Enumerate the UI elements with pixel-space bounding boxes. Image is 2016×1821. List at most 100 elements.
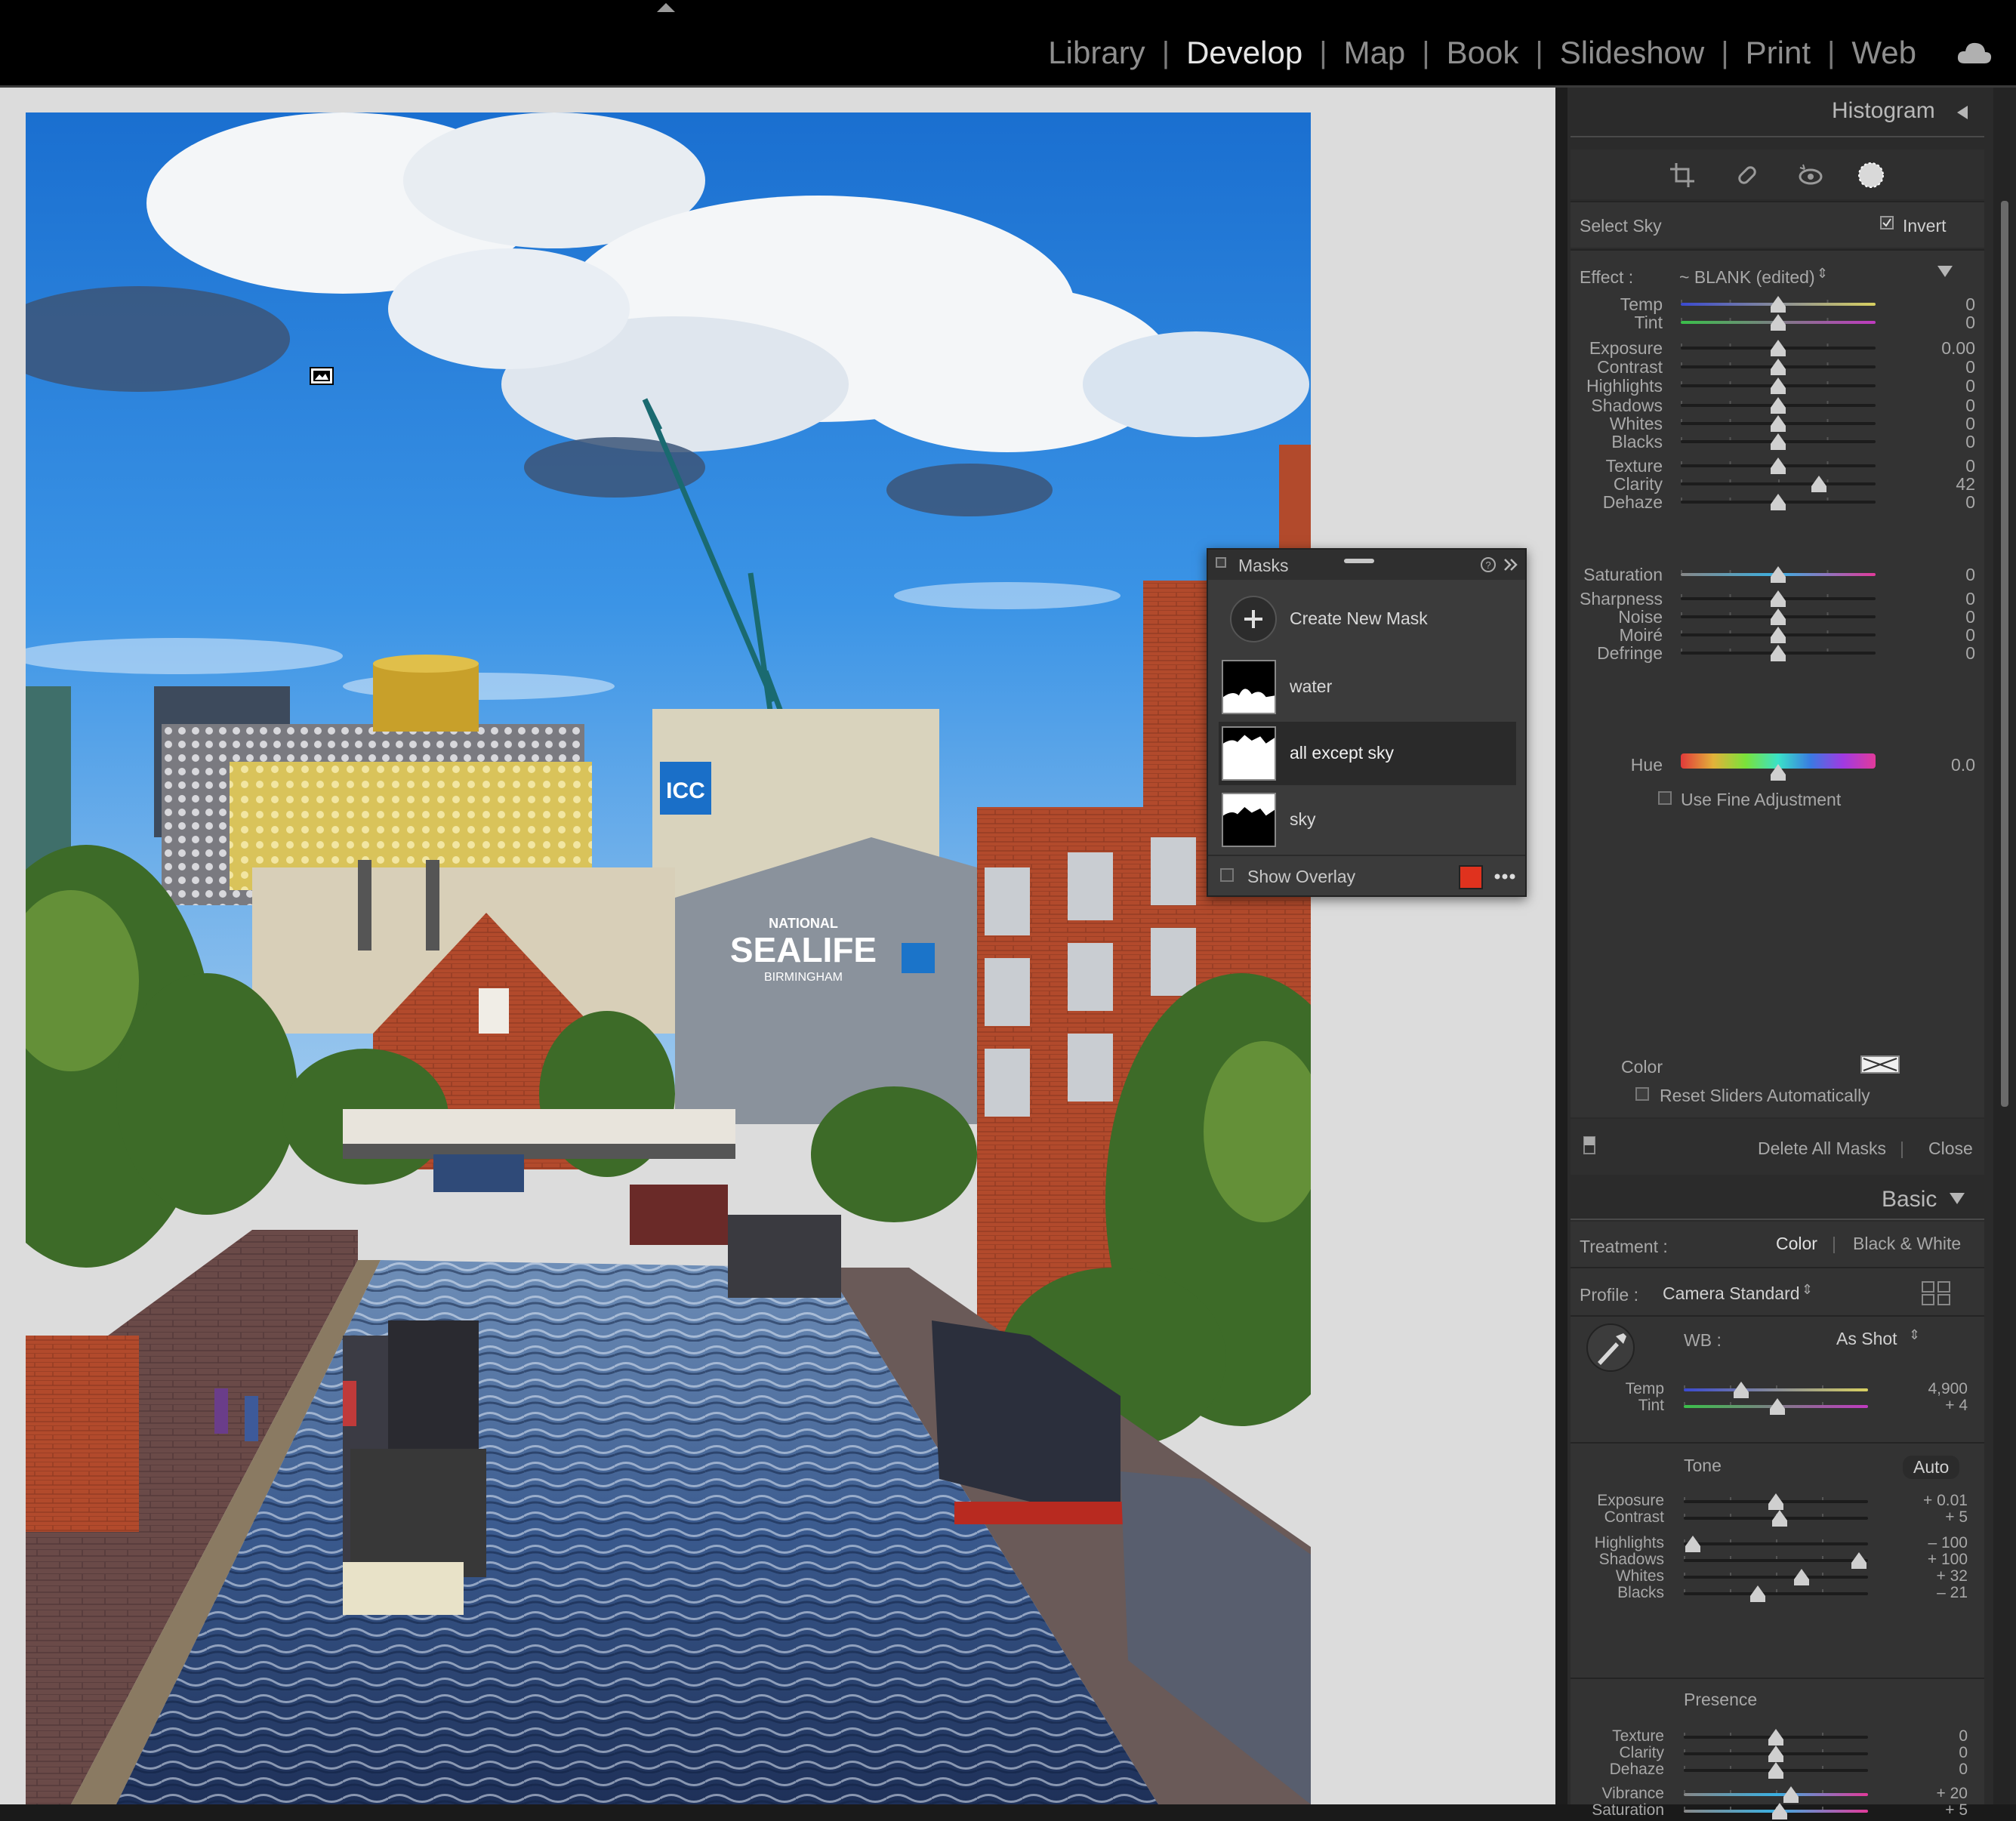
module-library[interactable]: Library (1031, 35, 1161, 71)
create-new-mask-button[interactable]: Create New Mask (1219, 587, 1516, 651)
mask-dehaze-thumb[interactable] (1771, 494, 1786, 510)
module-develop[interactable]: Develop (1170, 35, 1319, 71)
basic-shadows-slider[interactable] (1684, 1552, 1868, 1570)
mask-temp-value[interactable]: 0 (1903, 294, 1975, 315)
mask-sharpness-value[interactable]: 0 (1903, 589, 1975, 609)
auto-tone-button[interactable]: Auto (1903, 1456, 1960, 1479)
module-map[interactable]: Map (1327, 35, 1423, 71)
basic-clarity-value[interactable]: 0 (1880, 1744, 1968, 1762)
basic-exposure-value[interactable]: + 0.01 (1880, 1492, 1968, 1510)
mask-noise-slider[interactable] (1681, 609, 1876, 627)
panel-scrollbar-thumb[interactable] (2001, 201, 2008, 1107)
masks-panel[interactable]: Masks ? Create New Mask water all except… (1207, 548, 1527, 897)
reset-sliders-checkbox[interactable] (1635, 1087, 1649, 1101)
cloud-icon[interactable] (1956, 38, 1993, 68)
mask-exposure-thumb[interactable] (1771, 340, 1786, 356)
mask-clarity-thumb[interactable] (1811, 476, 1827, 492)
basic-whites-thumb[interactable] (1794, 1569, 1810, 1585)
mask-item-all-except-sky[interactable]: all except sky (1219, 722, 1516, 785)
mask-whites-thumb[interactable] (1771, 415, 1786, 432)
basic-dehaze-value[interactable]: 0 (1880, 1761, 1968, 1779)
mask-blacks-thumb[interactable] (1771, 433, 1786, 450)
mask-item-sky[interactable]: sky (1219, 788, 1516, 852)
basic-clarity-thumb[interactable] (1768, 1746, 1783, 1762)
basic-blacks-thumb[interactable] (1749, 1585, 1765, 1602)
profile-browser-icon[interactable] (1921, 1280, 1951, 1306)
mask-tint-slider[interactable] (1681, 314, 1876, 332)
mask-whites-slider[interactable] (1681, 415, 1876, 433)
mask-moire-slider[interactable] (1681, 627, 1876, 645)
mask-moire-value[interactable]: 0 (1903, 625, 1975, 646)
masking-icon[interactable] (1856, 160, 1886, 190)
mask-texture-slider[interactable] (1681, 458, 1876, 476)
basic-highlights-thumb[interactable] (1685, 1536, 1701, 1552)
mask-dehaze-slider[interactable] (1681, 494, 1876, 512)
heal-icon[interactable] (1734, 162, 1761, 189)
mask-texture-value[interactable]: 0 (1903, 456, 1975, 476)
basic-blacks-slider[interactable] (1684, 1585, 1868, 1604)
wb-dropdown[interactable]: As Shot (1836, 1329, 1897, 1349)
mask-whites-value[interactable]: 0 (1903, 414, 1975, 434)
basic-contrast-slider[interactable] (1684, 1510, 1868, 1528)
mask-tint-thumb[interactable] (1771, 314, 1786, 331)
mask-defringe-slider[interactable] (1681, 645, 1876, 663)
more-options-icon[interactable] (1494, 873, 1516, 880)
basic-saturation-thumb[interactable] (1771, 1803, 1787, 1819)
mask-clarity-value[interactable]: 42 (1903, 474, 1975, 495)
basic-shadows-value[interactable]: + 100 (1880, 1551, 1968, 1569)
delete-all-masks-button[interactable]: Delete All Masks (1758, 1139, 1886, 1159)
mask-dehaze-value[interactable]: 0 (1903, 492, 1975, 513)
histogram-title[interactable]: Histogram (1832, 98, 1935, 124)
mask-sharpness-thumb[interactable] (1771, 590, 1786, 607)
treatment-bw-button[interactable]: Black & White (1853, 1234, 1961, 1254)
mask-exposure-slider[interactable] (1681, 340, 1876, 358)
photo-preview[interactable]: ICC NATIONAL SEALIFE BIRMINGHAM (26, 112, 1311, 1804)
effect-collapse-icon[interactable] (1937, 266, 1953, 277)
treatment-color-button[interactable]: Color (1776, 1234, 1817, 1254)
basic-texture-value[interactable]: 0 (1880, 1727, 1968, 1746)
module-slideshow[interactable]: Slideshow (1543, 35, 1721, 71)
mask-blacks-slider[interactable] (1681, 433, 1876, 451)
module-web[interactable]: Web (1835, 35, 1933, 71)
basic-highlights-slider[interactable] (1684, 1536, 1868, 1554)
masks-panel-header[interactable]: Masks ? (1208, 550, 1525, 580)
mask-highlights-slider[interactable] (1681, 377, 1876, 396)
hue-thumb[interactable] (1681, 764, 1876, 782)
basic-tint-value[interactable]: + 4 (1880, 1397, 1968, 1415)
show-overlay-checkbox[interactable] (1220, 868, 1234, 882)
help-icon[interactable]: ? (1480, 556, 1497, 573)
basic-temp-thumb[interactable] (1733, 1382, 1749, 1398)
basic-shadows-thumb[interactable] (1851, 1552, 1866, 1569)
basic-vibrance-thumb[interactable] (1783, 1786, 1799, 1803)
mask-highlights-thumb[interactable] (1771, 377, 1786, 394)
histogram-collapse-icon[interactable] (1957, 106, 1968, 119)
mask-toggle-icon[interactable] (1583, 1135, 1596, 1155)
basic-whites-slider[interactable] (1684, 1569, 1868, 1587)
mask-exposure-value[interactable]: 0.00 (1903, 338, 1975, 359)
module-print[interactable]: Print (1729, 35, 1827, 71)
double-chevron-right-icon[interactable] (1503, 557, 1519, 572)
mask-saturation-slider[interactable] (1681, 566, 1876, 584)
mask-temp-slider[interactable] (1681, 296, 1876, 314)
image-canvas[interactable]: ICC NATIONAL SEALIFE BIRMINGHAM (0, 88, 1555, 1804)
module-book[interactable]: Book (1430, 35, 1536, 71)
mask-blacks-value[interactable]: 0 (1903, 432, 1975, 452)
mask-shadows-slider[interactable] (1681, 397, 1876, 415)
invert-checkbox[interactable] (1880, 216, 1894, 230)
mask-texture-thumb[interactable] (1771, 458, 1786, 474)
basic-dehaze-slider[interactable] (1684, 1762, 1868, 1780)
mask-saturation-thumb[interactable] (1771, 566, 1786, 583)
mask-temp-thumb[interactable] (1771, 296, 1786, 313)
basic-texture-slider[interactable] (1684, 1729, 1868, 1747)
mask-contrast-slider[interactable] (1681, 359, 1876, 377)
basic-saturation-slider[interactable] (1684, 1803, 1868, 1821)
basic-collapse-icon[interactable] (1950, 1193, 1965, 1204)
mask-highlights-value[interactable]: 0 (1903, 376, 1975, 396)
mask-sharpness-slider[interactable] (1681, 590, 1876, 609)
collapse-top-panel-icon[interactable] (657, 3, 675, 12)
mask-contrast-thumb[interactable] (1771, 359, 1786, 375)
basic-clarity-slider[interactable] (1684, 1746, 1868, 1764)
basic-temp-value[interactable]: 4,900 (1880, 1380, 1968, 1398)
mask-saturation-value[interactable]: 0 (1903, 565, 1975, 585)
basic-texture-thumb[interactable] (1768, 1729, 1783, 1746)
